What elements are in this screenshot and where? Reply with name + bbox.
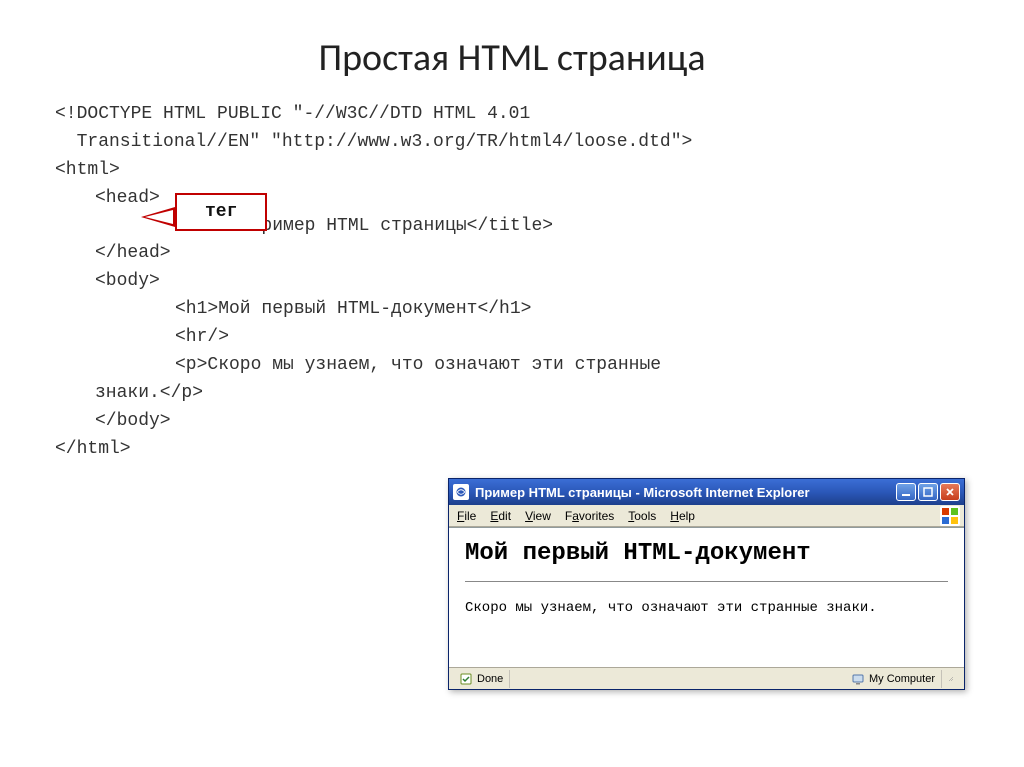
- code-line-hr: <hr/>: [55, 324, 969, 352]
- page-heading: Мой первый HTML-документ: [465, 540, 948, 567]
- browser-title-text: Пример HTML страницы - Microsoft Interne…: [475, 485, 896, 500]
- close-button[interactable]: [940, 483, 960, 501]
- menu-help[interactable]: Help: [670, 509, 695, 523]
- menu-favorites[interactable]: Favorites: [565, 509, 614, 523]
- slide-title: Простая HTML страница: [0, 0, 1024, 101]
- status-done-label: Done: [477, 673, 503, 685]
- code-line-html-close: </html>: [55, 436, 969, 464]
- callout-pointer-icon: [141, 207, 175, 227]
- menu-file[interactable]: File: [457, 509, 476, 523]
- browser-statusbar: Done My Computer: [449, 667, 964, 689]
- ie-page-icon: [453, 484, 469, 500]
- code-line-body-open: <body>: [55, 268, 969, 296]
- done-icon: [459, 672, 473, 686]
- computer-icon: [851, 672, 865, 686]
- ie-logo-icon: [940, 506, 960, 526]
- status-zone: My Computer: [845, 670, 942, 688]
- code-line-head-close: </head>: [55, 240, 969, 268]
- menu-edit[interactable]: Edit: [490, 509, 511, 523]
- resize-grip-icon[interactable]: [942, 670, 960, 688]
- code-block: <!DOCTYPE HTML PUBLIC "-//W3C//DTD HTML …: [0, 101, 1024, 464]
- code-line-doctype: <!DOCTYPE HTML PUBLIC "-//W3C//DTD HTML …: [55, 101, 969, 129]
- menu-view[interactable]: View: [525, 509, 551, 523]
- browser-titlebar[interactable]: Пример HTML страницы - Microsoft Interne…: [449, 479, 964, 505]
- code-line-body-close: </body>: [55, 408, 969, 436]
- maximize-button[interactable]: [918, 483, 938, 501]
- code-line-doctype2: Transitional//EN" "http://www.w3.org/TR/…: [55, 129, 969, 157]
- code-line-p: <p>Скоро мы узнаем, что означают эти стр…: [55, 352, 969, 380]
- browser-window: Пример HTML страницы - Microsoft Interne…: [448, 478, 965, 690]
- browser-menubar: File Edit View Favorites Tools Help: [449, 505, 964, 527]
- page-paragraph: Скоро мы узнаем, что означают эти странн…: [465, 600, 948, 616]
- callout-label: тег: [175, 193, 267, 231]
- code-line-html-open: <html>: [55, 157, 969, 185]
- minimize-button[interactable]: [896, 483, 916, 501]
- status-done: Done: [453, 670, 510, 688]
- code-line-p2: знаки.</p>: [55, 380, 969, 408]
- page-hr: [465, 581, 948, 582]
- callout-tag: тег: [175, 193, 267, 231]
- browser-content: Мой первый HTML-документ Скоро мы узнаем…: [449, 527, 964, 667]
- code-line-h1: <h1>Мой первый HTML-документ</h1>: [55, 296, 969, 324]
- status-zone-label: My Computer: [869, 673, 935, 685]
- menu-tools[interactable]: Tools: [628, 509, 656, 523]
